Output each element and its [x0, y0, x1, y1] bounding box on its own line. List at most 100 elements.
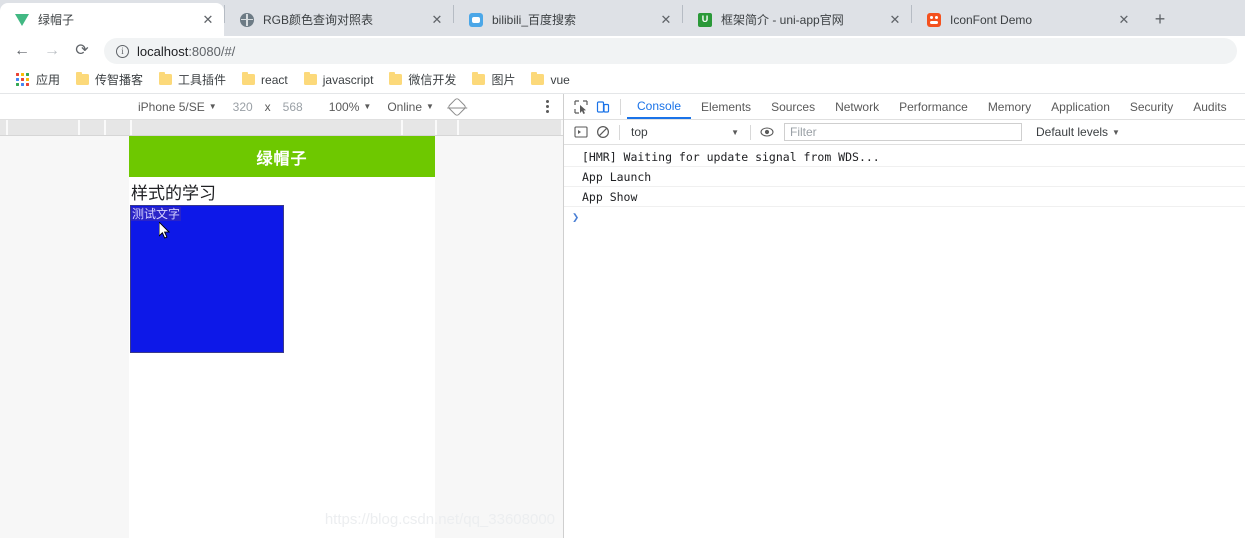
kebab-menu-icon[interactable]	[539, 100, 563, 113]
watermark-text: https://blog.csdn.net/qq_33608000	[324, 511, 555, 528]
vue-logo-icon	[14, 12, 30, 28]
device-dimensions[interactable]: 320 x 568	[225, 100, 311, 114]
folder-icon	[242, 71, 256, 85]
bookmark-label: 传智播客	[95, 73, 144, 87]
bookmark-item-7[interactable]: vue	[523, 68, 577, 92]
chevron-down-icon: ▼	[731, 127, 739, 137]
tab-close-button[interactable]: ✕	[429, 12, 445, 28]
tab-title: IconFont Demo	[950, 12, 1033, 27]
clear-console-icon[interactable]	[592, 121, 614, 143]
chevron-down-icon: ▼	[208, 102, 217, 111]
bookmark-item-2[interactable]: 工具插件	[151, 68, 234, 92]
dimension-times: x	[264, 99, 271, 114]
folder-icon	[389, 71, 403, 85]
device-name: iPhone 5/SE	[138, 99, 205, 114]
inspect-cursor-icon[interactable]	[570, 96, 592, 118]
folder-icon	[303, 71, 317, 85]
device-width[interactable]: 320	[233, 100, 253, 114]
devtools-pane: Console Elements Sources Network Perform…	[564, 94, 1245, 538]
bookmark-item-4[interactable]: javascript	[296, 68, 382, 92]
log-levels-selector[interactable]: Default levels ▼	[1036, 125, 1120, 139]
console-message-list: [HMR] Waiting for update signal from WDS…	[564, 145, 1245, 227]
forward-button[interactable]: →	[38, 37, 66, 65]
browser-tab-4[interactable]: IconFont Demo ✕	[912, 3, 1140, 36]
live-expression-icon[interactable]	[756, 121, 778, 143]
bookmark-label: 图片	[491, 73, 516, 87]
context-selector[interactable]: top ▼	[625, 125, 745, 139]
tab-title: bilibili_百度搜索	[492, 13, 577, 27]
tab-audits[interactable]: Audits	[1183, 94, 1236, 119]
bookmark-label: 微信开发	[408, 73, 457, 87]
apps-grid-icon	[16, 72, 30, 87]
device-ruler	[0, 120, 563, 136]
devtools-tab-bar: Console Elements Sources Network Perform…	[564, 94, 1245, 120]
device-height[interactable]: 568	[283, 100, 303, 114]
zoom-selector[interactable]: 100% ▼	[321, 100, 380, 114]
bookmark-apps[interactable]: 应用	[8, 68, 68, 92]
rotate-button[interactable]	[442, 96, 472, 117]
device-selector[interactable]: iPhone 5/SE ▼	[130, 100, 225, 114]
console-message-row: [HMR] Waiting for update signal from WDS…	[564, 147, 1245, 167]
bookmark-label: react	[261, 72, 288, 87]
tab-security[interactable]: Security	[1120, 94, 1183, 119]
tab-console[interactable]: Console	[627, 94, 692, 119]
bookmark-item-1[interactable]: 传智播客	[68, 68, 151, 92]
new-tab-button[interactable]: +	[1146, 5, 1174, 33]
network-throttle-selector[interactable]: Online ▼	[379, 100, 442, 114]
tab-memory[interactable]: Memory	[978, 94, 1041, 119]
console-sidebar-icon[interactable]	[570, 121, 592, 143]
bookmarks-bar: 应用 传智播客 工具插件 react javascript 微信开发 图片 vu…	[0, 66, 1245, 94]
chevron-down-icon: ▼	[1112, 127, 1120, 137]
toolbar-divider	[620, 98, 621, 115]
page-pane: iPhone 5/SE ▼ 320 x 568 100% ▼ Online ▼	[0, 94, 564, 538]
tab-close-button[interactable]: ✕	[658, 12, 674, 28]
rotate-icon	[447, 96, 467, 117]
page-header-banner: 绿帽子	[129, 136, 435, 177]
tab-close-button[interactable]: ✕	[1116, 12, 1132, 28]
bookmark-label: 应用	[36, 73, 61, 87]
tab-application[interactable]: Application	[1041, 94, 1120, 119]
filter-input[interactable]: Filter	[784, 123, 1022, 141]
filter-placeholder: Filter	[790, 125, 817, 139]
page-header-title: 绿帽子	[256, 150, 308, 168]
site-info-icon[interactable]: i	[116, 44, 129, 58]
toolbar-divider	[750, 124, 751, 140]
chevron-down-icon: ▼	[363, 102, 372, 111]
tab-performance[interactable]: Performance	[889, 94, 978, 119]
levels-value: Default levels	[1036, 125, 1109, 139]
bookmark-item-5[interactable]: 微信开发	[381, 68, 464, 92]
mouse-cursor-icon	[159, 222, 171, 239]
folder-icon	[472, 71, 486, 85]
baidu-icon	[468, 12, 484, 28]
console-message-row: App Launch	[564, 167, 1245, 187]
blue-box: 测试文字	[130, 205, 284, 354]
device-toolbar-icon[interactable]	[592, 96, 614, 118]
network-value: Online	[387, 99, 423, 114]
tab-elements[interactable]: Elements	[691, 94, 761, 119]
tab-title: 绿帽子	[38, 13, 75, 27]
tab-close-button[interactable]: ✕	[887, 12, 903, 28]
tab-network[interactable]: Network	[825, 94, 889, 119]
browser-tab-3[interactable]: U 框架简介 - uni-app官网 ✕	[683, 3, 911, 36]
tab-sources[interactable]: Sources	[761, 94, 825, 119]
tab-title: RGB颜色查询对照表	[263, 13, 374, 27]
console-prompt[interactable]: ❯	[564, 207, 1245, 227]
globe-icon	[239, 12, 255, 28]
tab-close-button[interactable]: ✕	[200, 12, 216, 28]
browser-tab-1[interactable]: RGB颜色查询对照表 ✕	[225, 3, 453, 36]
console-message-row: App Show	[564, 187, 1245, 207]
folder-icon	[76, 71, 90, 85]
page-heading: 样式的学习	[131, 184, 216, 203]
url-path: :8080/#/	[188, 43, 236, 59]
folder-icon	[159, 71, 173, 85]
bookmark-item-3[interactable]: react	[234, 68, 296, 92]
blue-box-text: 测试文字	[131, 207, 182, 222]
address-bar[interactable]: i localhost:8080/#/	[104, 38, 1237, 64]
bookmark-item-6[interactable]: 图片	[464, 68, 523, 92]
browser-tab-2[interactable]: bilibili_百度搜索 ✕	[454, 3, 682, 36]
zoom-value: 100%	[328, 99, 360, 114]
reload-button[interactable]: ⟳	[68, 37, 96, 65]
browser-tab-0[interactable]: 绿帽子 ✕	[0, 3, 224, 36]
url-host: localhost	[137, 43, 189, 59]
back-button[interactable]: ←	[8, 37, 36, 65]
